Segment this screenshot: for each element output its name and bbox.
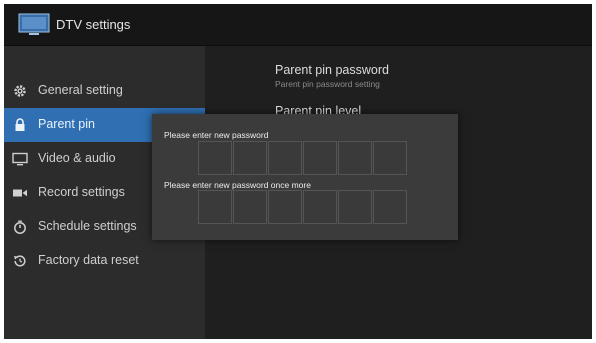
pin-digit-box[interactable] <box>373 141 407 175</box>
tv-icon <box>18 13 50 35</box>
pin-digit-box[interactable] <box>233 190 267 224</box>
new-password-field[interactable] <box>198 141 408 175</box>
pin-digit-box[interactable] <box>198 190 232 224</box>
sidebar-item-label: Factory data reset <box>38 253 139 267</box>
video-camera-icon <box>13 189 27 197</box>
setting-parent-pin-password[interactable]: Parent pin password Parent pin password … <box>275 63 575 89</box>
pin-digit-box[interactable] <box>338 190 372 224</box>
password-dialog: Please enter new password Please enter n… <box>152 114 458 240</box>
pin-digit-box[interactable] <box>233 141 267 175</box>
sidebar-item-label: Schedule settings <box>38 219 137 233</box>
pin-digit-box[interactable] <box>198 141 232 175</box>
confirm-password-label: Please enter new password once more <box>164 180 311 190</box>
monitor-icon <box>12 152 28 166</box>
lock-icon <box>15 118 25 131</box>
confirm-password-field[interactable] <box>198 190 408 224</box>
pin-digit-box[interactable] <box>373 190 407 224</box>
setting-title: Parent pin password <box>275 63 389 77</box>
sidebar-item-factory-data-reset[interactable]: Factory data reset <box>4 244 205 278</box>
title-bar: DTV settings <box>4 4 592 46</box>
timer-icon <box>14 220 26 234</box>
sidebar-item-label: Record settings <box>38 185 125 199</box>
sidebar-item-label: Parent pin <box>38 117 95 131</box>
dtv-settings-screen: DTV settings General setting Parent pin … <box>4 4 592 339</box>
sidebar-item-label: Video & audio <box>38 151 116 165</box>
new-password-label: Please enter new password <box>164 130 269 140</box>
pin-digit-box[interactable] <box>303 141 337 175</box>
pin-digit-box[interactable] <box>268 190 302 224</box>
pin-digit-box[interactable] <box>338 141 372 175</box>
restore-icon <box>14 255 26 267</box>
pin-digit-box[interactable] <box>303 190 337 224</box>
app-title: DTV settings <box>56 17 131 32</box>
pin-digit-box[interactable] <box>268 141 302 175</box>
gear-icon <box>14 85 26 97</box>
sidebar-item-general-setting[interactable]: General setting <box>4 74 205 108</box>
sidebar-item-label: General setting <box>38 83 123 97</box>
setting-subtitle: Parent pin password setting <box>275 79 380 89</box>
